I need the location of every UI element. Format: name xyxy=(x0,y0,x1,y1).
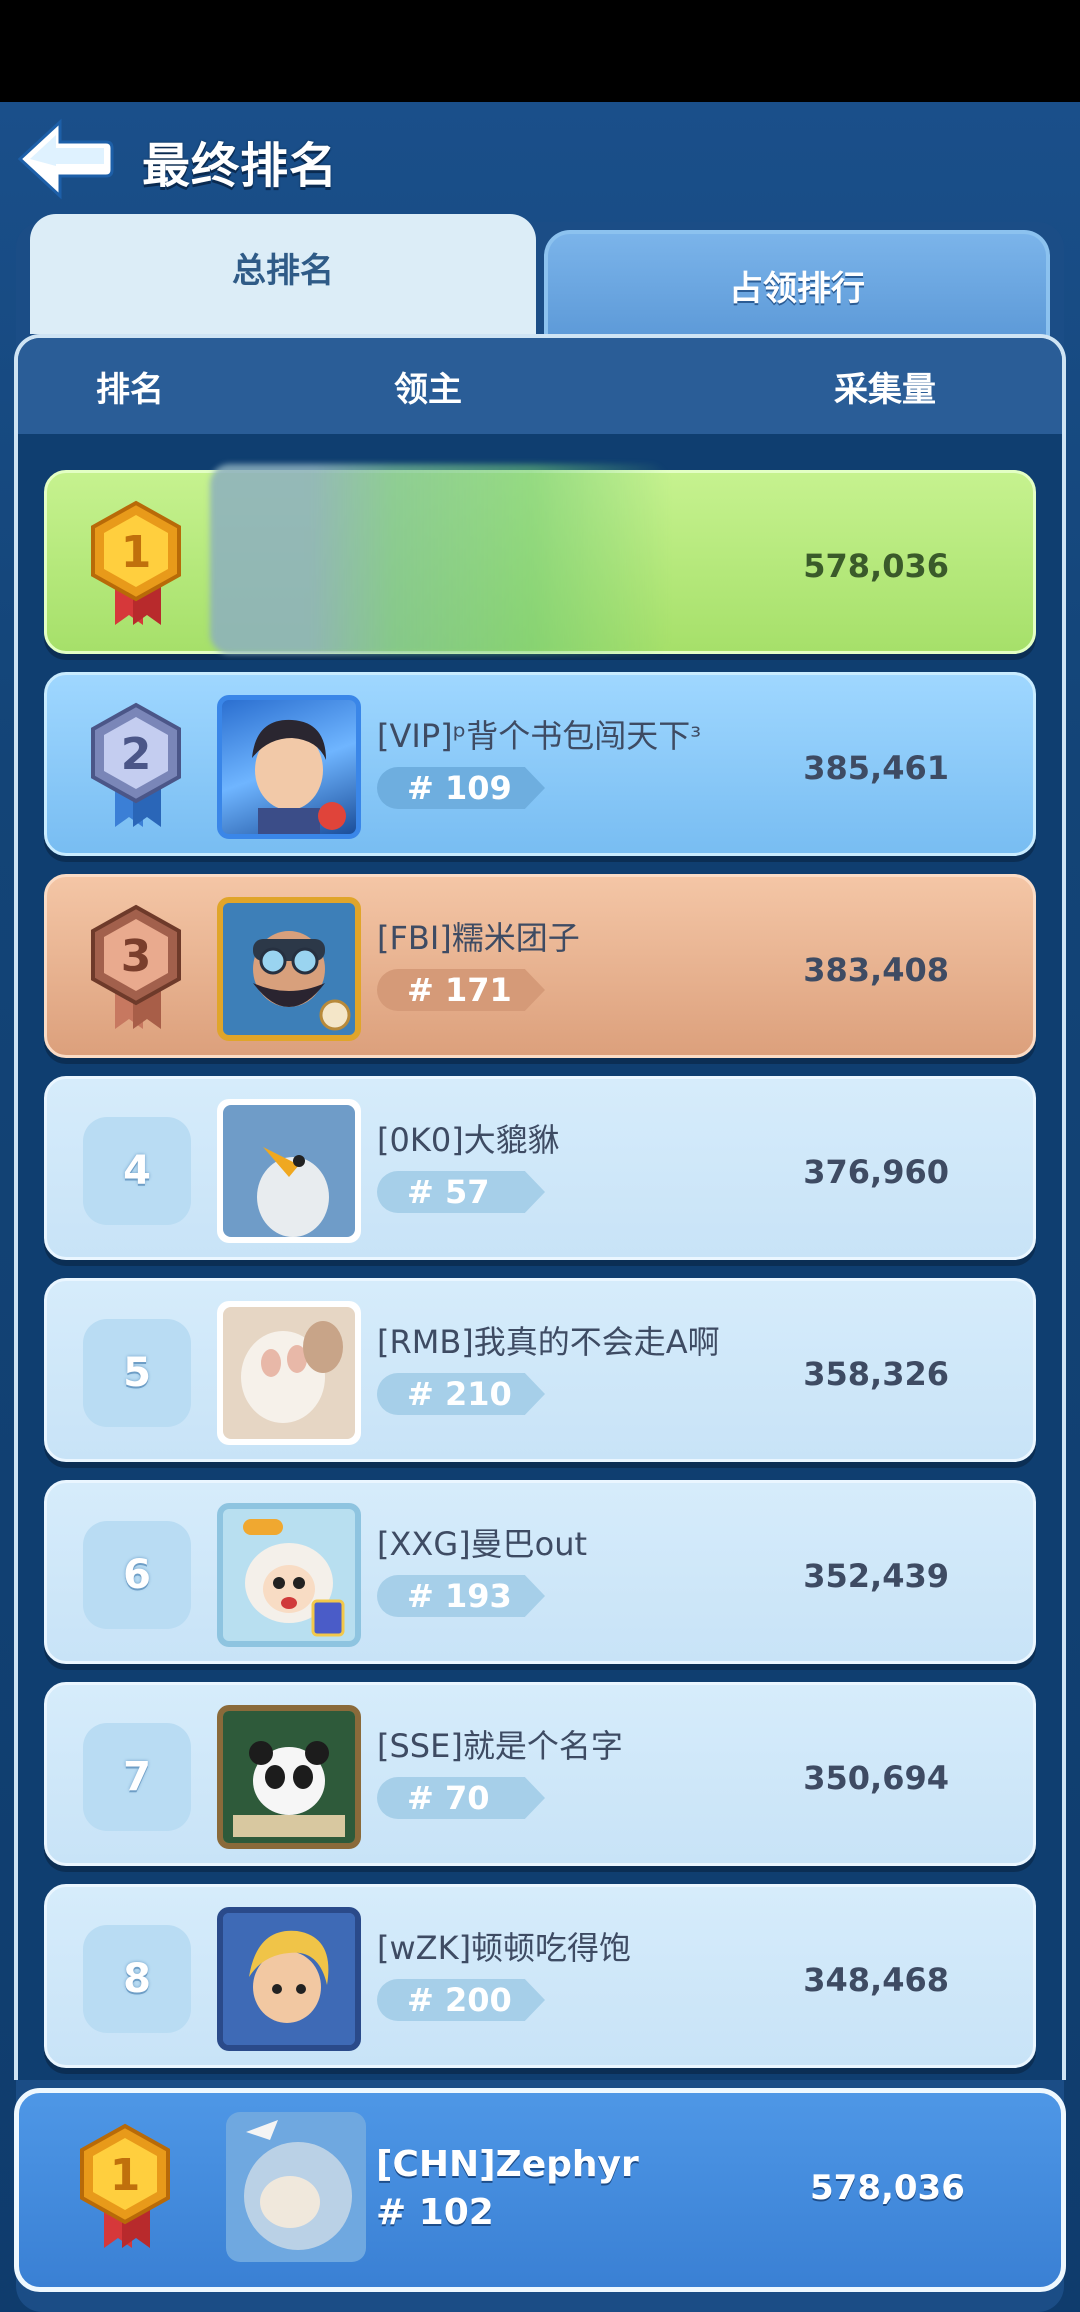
avatar xyxy=(217,1099,361,1243)
medal-number: 3 xyxy=(121,931,152,982)
rank-number: 8 xyxy=(83,1925,191,2033)
ranking-row-5[interactable]: 5 [RMB]我真的不会走A啊 # 210 358,326 xyxy=(44,1278,1036,1462)
arrow-left-icon xyxy=(17,118,114,200)
tab-overall-ranking[interactable]: 总排名 xyxy=(30,214,536,334)
column-header-amount: 采集量 xyxy=(834,370,936,410)
alliance-badge: # 193 xyxy=(377,1575,545,1617)
player-name: [0K0]大貔貅 xyxy=(377,1121,560,1159)
ranking-row-3[interactable]: 3 [FBI]糯米团子 # 171 383,408 xyxy=(44,874,1036,1058)
silver-medal-icon: 2 xyxy=(91,702,181,827)
avatar xyxy=(226,2112,366,2262)
collection-amount: 350,694 xyxy=(803,1759,949,1797)
column-header-rank: 排名 xyxy=(96,370,164,410)
my-player-name: [CHN]Zephyr xyxy=(376,2144,639,2185)
ranking-row-2[interactable]: 2 [VIP]ᵖ背个书包闯天下ᶟ # 109 385,461 xyxy=(44,672,1036,856)
player-name: [RMB]我真的不会走A啊 xyxy=(377,1323,720,1361)
tab-occupation-ranking[interactable]: 占领排行 xyxy=(544,230,1050,336)
gold-medal-icon: 1 xyxy=(91,500,181,625)
collection-amount: 383,408 xyxy=(803,951,949,989)
rank-number: 5 xyxy=(83,1319,191,1427)
player-name: [wZK]顿顿吃得饱 xyxy=(377,1929,632,1967)
ranking-row-7[interactable]: 7 [SSE]就是个名字 # 70 350,694 xyxy=(44,1682,1036,1866)
alliance-badge: # 171 xyxy=(377,969,545,1011)
collection-amount: 352,439 xyxy=(803,1557,949,1595)
ranking-row-8[interactable]: 8 [wZK]顿顿吃得饱 # 200 348,468 xyxy=(44,1884,1036,2068)
rank-number: 7 xyxy=(83,1723,191,1831)
page-title: 最终排名 xyxy=(142,138,339,194)
my-collection-amount: 578,036 xyxy=(810,2168,965,2208)
redacted-player-info xyxy=(210,464,670,654)
avatar xyxy=(217,1705,361,1849)
collection-amount: 376,960 xyxy=(803,1153,949,1191)
collection-amount: 348,468 xyxy=(803,1961,949,1999)
bronze-medal-icon: 3 xyxy=(91,904,181,1029)
avatar xyxy=(217,695,361,839)
avatar xyxy=(217,1503,361,1647)
gold-medal-icon: 1 xyxy=(80,2123,170,2248)
ranking-row-4[interactable]: 4 [0K0]大貔貅 # 57 376,960 xyxy=(44,1076,1036,1260)
avatar xyxy=(217,897,361,1041)
collection-amount: 358,326 xyxy=(803,1355,949,1393)
alliance-badge: # 109 xyxy=(377,767,545,809)
column-header-lord: 领主 xyxy=(394,370,462,410)
rank-number: 6 xyxy=(83,1521,191,1629)
medal-number: 2 xyxy=(121,729,152,780)
alliance-badge: # 57 xyxy=(377,1171,545,1213)
collection-amount: 385,461 xyxy=(803,749,949,787)
alliance-badge: # 210 xyxy=(377,1373,545,1415)
alliance-badge: # 70 xyxy=(377,1777,545,1819)
avatar xyxy=(217,1907,361,2051)
rank-number: 4 xyxy=(83,1117,191,1225)
avatar xyxy=(217,1301,361,1445)
player-name: [FBI]糯米团子 xyxy=(377,919,580,957)
collection-amount: 578,036 xyxy=(803,547,949,585)
medal-number: 1 xyxy=(121,527,152,578)
medal-number: 1 xyxy=(110,2150,141,2201)
player-name: [SSE]就是个名字 xyxy=(377,1727,623,1765)
player-name: [VIP]ᵖ背个书包闯天下ᶟ xyxy=(377,717,702,755)
back-button[interactable] xyxy=(14,118,114,200)
status-bar xyxy=(0,0,1080,102)
my-alliance: # 102 xyxy=(376,2192,494,2233)
alliance-badge: # 200 xyxy=(377,1979,545,2021)
ranking-row-6[interactable]: 6 [XXG]曼巴out # 193 352,439 xyxy=(44,1480,1036,1664)
player-name: [XXG]曼巴out xyxy=(377,1525,588,1563)
